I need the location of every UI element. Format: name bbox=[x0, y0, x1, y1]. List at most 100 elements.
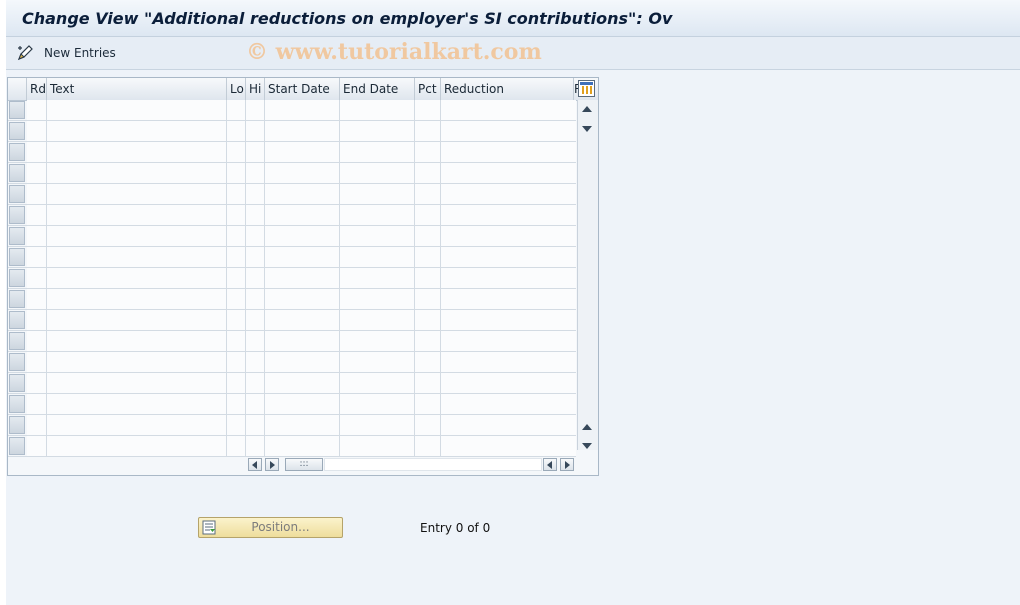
table-cell[interactable] bbox=[47, 247, 227, 267]
table-cell[interactable] bbox=[441, 247, 576, 267]
table-cell[interactable] bbox=[441, 184, 576, 204]
table-cell[interactable] bbox=[47, 268, 227, 288]
table-row[interactable] bbox=[8, 436, 576, 457]
scroll-far-right-button[interactable] bbox=[560, 458, 574, 471]
column-header-hi[interactable]: Hi bbox=[246, 78, 265, 100]
table-row[interactable] bbox=[8, 415, 576, 436]
table-cell[interactable] bbox=[265, 205, 340, 225]
table-cell[interactable] bbox=[227, 331, 246, 351]
table-cell[interactable] bbox=[441, 100, 576, 120]
table-cell[interactable] bbox=[441, 436, 576, 456]
row-selector[interactable] bbox=[9, 206, 25, 224]
table-cell[interactable] bbox=[340, 121, 415, 141]
table-cell[interactable] bbox=[340, 415, 415, 435]
table-cell[interactable] bbox=[441, 415, 576, 435]
table-cell[interactable] bbox=[227, 205, 246, 225]
table-cell[interactable] bbox=[246, 331, 265, 351]
table-row[interactable] bbox=[8, 100, 576, 121]
table-cell[interactable] bbox=[27, 163, 47, 183]
column-header-start-date[interactable]: Start Date bbox=[265, 78, 340, 100]
table-cell[interactable] bbox=[415, 352, 441, 372]
table-row[interactable] bbox=[8, 373, 576, 394]
row-selector[interactable] bbox=[9, 416, 25, 434]
table-cell[interactable] bbox=[47, 142, 227, 162]
table-cell[interactable] bbox=[340, 310, 415, 330]
table-cell[interactable] bbox=[340, 247, 415, 267]
column-header-pct[interactable]: Pct bbox=[415, 78, 441, 100]
table-row[interactable] bbox=[8, 289, 576, 310]
row-selector[interactable] bbox=[9, 353, 25, 371]
table-cell[interactable] bbox=[265, 163, 340, 183]
column-header-reduction[interactable]: Reduction bbox=[441, 78, 574, 100]
table-cell[interactable] bbox=[246, 205, 265, 225]
table-cell[interactable] bbox=[415, 436, 441, 456]
table-cell[interactable] bbox=[441, 142, 576, 162]
table-cell[interactable] bbox=[246, 436, 265, 456]
table-cell[interactable] bbox=[246, 373, 265, 393]
table-cell[interactable] bbox=[441, 310, 576, 330]
scroll-page-up-icon[interactable] bbox=[582, 424, 592, 430]
table-cell[interactable] bbox=[265, 247, 340, 267]
scroll-far-left-button[interactable] bbox=[543, 458, 557, 471]
table-cell[interactable] bbox=[415, 163, 441, 183]
table-cell[interactable] bbox=[415, 100, 441, 120]
row-selector[interactable] bbox=[9, 374, 25, 392]
table-cell[interactable] bbox=[441, 352, 576, 372]
table-cell[interactable] bbox=[27, 415, 47, 435]
row-selector[interactable] bbox=[9, 395, 25, 413]
table-cell[interactable] bbox=[340, 394, 415, 414]
row-selector[interactable] bbox=[9, 311, 25, 329]
table-cell[interactable] bbox=[27, 226, 47, 246]
row-selector[interactable] bbox=[9, 122, 25, 140]
row-selector[interactable] bbox=[9, 290, 25, 308]
column-header-end-date[interactable]: End Date bbox=[340, 78, 415, 100]
table-cell[interactable] bbox=[340, 352, 415, 372]
table-cell[interactable] bbox=[265, 331, 340, 351]
row-selector[interactable] bbox=[9, 332, 25, 350]
table-cell[interactable] bbox=[415, 394, 441, 414]
table-cell[interactable] bbox=[27, 436, 47, 456]
table-cell[interactable] bbox=[246, 163, 265, 183]
table-cell[interactable] bbox=[27, 289, 47, 309]
table-cell[interactable] bbox=[227, 142, 246, 162]
table-cell[interactable] bbox=[227, 226, 246, 246]
table-cell[interactable] bbox=[27, 373, 47, 393]
row-selector[interactable] bbox=[9, 269, 25, 287]
table-cell[interactable] bbox=[227, 121, 246, 141]
table-cell[interactable] bbox=[441, 121, 576, 141]
table-cell[interactable] bbox=[340, 100, 415, 120]
select-all-header[interactable] bbox=[8, 78, 27, 100]
table-cell[interactable] bbox=[265, 310, 340, 330]
scroll-page-down-icon[interactable] bbox=[582, 443, 592, 449]
table-cell[interactable] bbox=[340, 142, 415, 162]
table-cell[interactable] bbox=[246, 184, 265, 204]
scroll-right-button[interactable] bbox=[265, 458, 279, 471]
table-cell[interactable] bbox=[340, 205, 415, 225]
table-cell[interactable] bbox=[47, 310, 227, 330]
table-cell[interactable] bbox=[227, 268, 246, 288]
table-cell[interactable] bbox=[47, 163, 227, 183]
table-cell[interactable] bbox=[340, 289, 415, 309]
row-selector[interactable] bbox=[9, 248, 25, 266]
table-cell[interactable] bbox=[47, 436, 227, 456]
table-cell[interactable] bbox=[27, 142, 47, 162]
table-row[interactable] bbox=[8, 352, 576, 373]
table-cell[interactable] bbox=[47, 289, 227, 309]
table-cell[interactable] bbox=[246, 289, 265, 309]
table-cell[interactable] bbox=[415, 310, 441, 330]
table-cell[interactable] bbox=[340, 184, 415, 204]
scroll-down-icon[interactable] bbox=[582, 126, 592, 132]
table-row[interactable] bbox=[8, 121, 576, 142]
table-cell[interactable] bbox=[441, 163, 576, 183]
column-header-lo[interactable]: Lo bbox=[227, 78, 246, 100]
column-header-rd[interactable]: Rd bbox=[27, 78, 47, 100]
table-cell[interactable] bbox=[340, 268, 415, 288]
table-cell[interactable] bbox=[246, 310, 265, 330]
table-cell[interactable] bbox=[265, 415, 340, 435]
table-cell[interactable] bbox=[27, 394, 47, 414]
table-cell[interactable] bbox=[227, 436, 246, 456]
table-cell[interactable] bbox=[227, 289, 246, 309]
table-cell[interactable] bbox=[47, 331, 227, 351]
table-cell[interactable] bbox=[227, 100, 246, 120]
table-cell[interactable] bbox=[441, 331, 576, 351]
